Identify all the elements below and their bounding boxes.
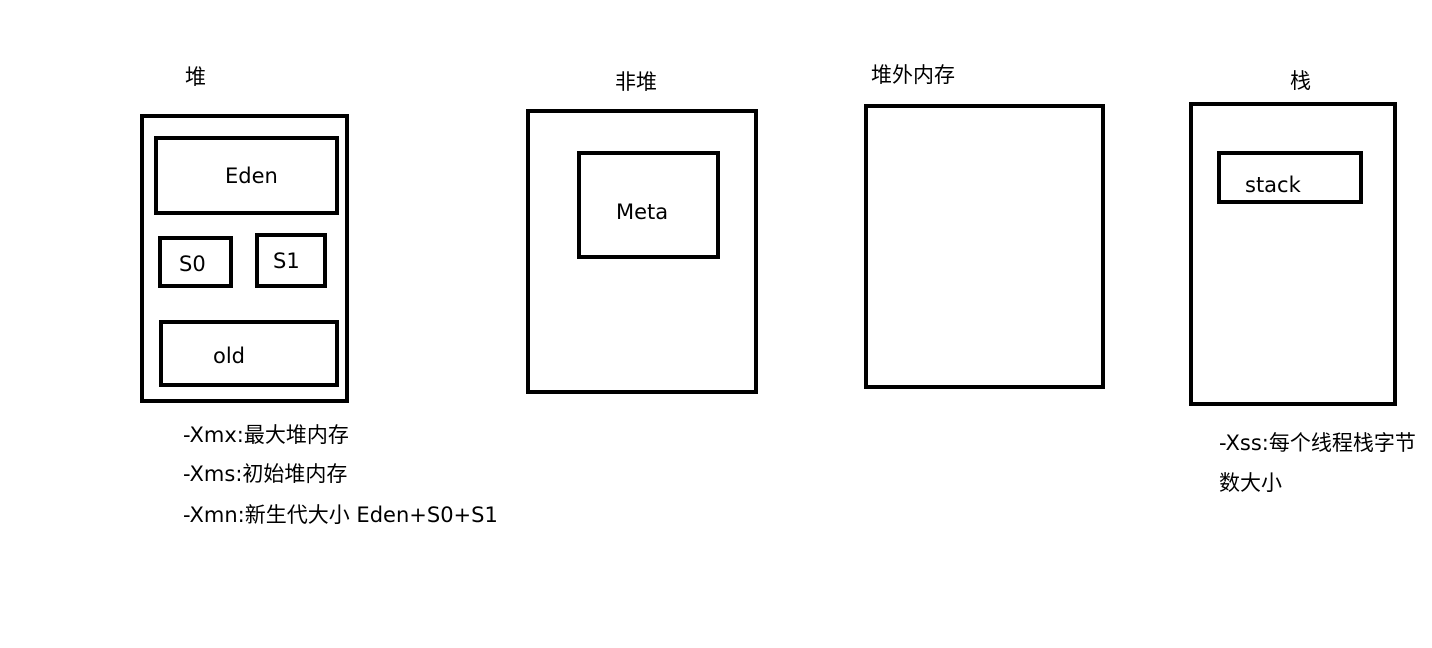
offheap-box xyxy=(864,104,1105,389)
s0-label: S0 xyxy=(179,252,206,276)
meta-label: Meta xyxy=(616,200,669,224)
eden-label: Eden xyxy=(225,164,278,188)
stack-label: stack xyxy=(1245,173,1301,197)
stack-title: 栈 xyxy=(1290,69,1311,93)
heap-note-xms: -Xms:初始堆内存 xyxy=(183,462,348,486)
nonheap-title: 非堆 xyxy=(615,70,657,94)
s1-label: S1 xyxy=(273,249,300,273)
old-label: old xyxy=(213,344,246,368)
heap-note-xmx: -Xmx:最大堆内存 xyxy=(183,423,349,447)
heap-note-xmn: -Xmn:新生代大小 Eden+S0+S1 xyxy=(183,503,498,527)
heap-title: 堆 xyxy=(185,65,206,89)
stack-note-cont: 数大小 xyxy=(1219,471,1282,495)
stack-note-xss: -Xss:每个线程栈字节 xyxy=(1219,431,1416,455)
stack-outer-box xyxy=(1189,102,1397,406)
old-box xyxy=(159,320,339,387)
offheap-title: 堆外内存 xyxy=(871,63,955,87)
